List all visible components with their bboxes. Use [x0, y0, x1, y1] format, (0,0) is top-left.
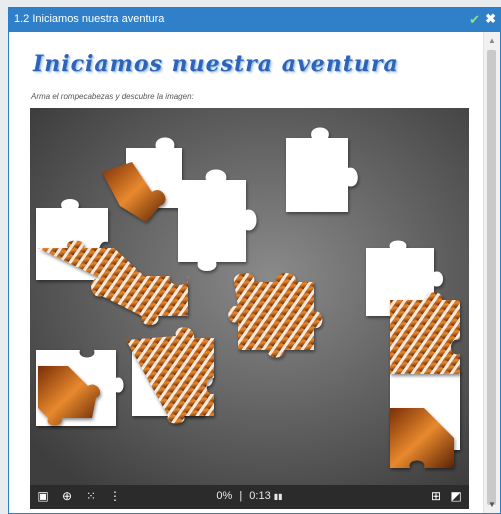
content-area: Iniciamos nuestra aventura Arma el rompe… [9, 32, 484, 513]
puzzle-board [30, 108, 469, 485]
scroll-down-icon[interactable]: ▼ [488, 500, 496, 509]
check-icon[interactable]: ✔ [469, 12, 480, 28]
puzzle-toolbar: ▣ ⊕ ⁙ ⋮ 0% | 0:13 ▮▮ ⊞ ◩ [30, 485, 469, 509]
separator: | [239, 490, 243, 502]
close-icon[interactable]: ✖ [485, 11, 496, 27]
progress-timer: 0% | 0:13 ▮▮ [30, 490, 469, 502]
window-title: 1.2 Iniciamos nuestra aventura [14, 13, 165, 25]
puzzle-piece [390, 292, 460, 374]
activity-window: 1.2 Iniciamos nuestra aventura ✔ ✖ Inici… [8, 7, 501, 514]
scroll-thumb[interactable] [487, 50, 496, 505]
scroll-up-icon[interactable]: ▲ [488, 36, 496, 45]
instruction-text: Arma el rompecabezas y descubre la image… [31, 92, 194, 101]
pause-icon[interactable]: ▮▮ [274, 492, 283, 501]
puzzle-piece [228, 273, 323, 358]
puzzle-piece [178, 169, 257, 271]
reset-icon[interactable]: ⊞ [429, 489, 443, 503]
title-bar: 1.2 Iniciamos nuestra aventura ✔ ✖ [9, 8, 500, 32]
page-title: Iniciamos nuestra aventura [33, 51, 399, 77]
vertical-scrollbar[interactable]: ▲ ▼ [483, 32, 500, 513]
puzzle-piece [286, 127, 358, 212]
puzzle-canvas [30, 108, 469, 485]
progress-percent: 0% [216, 490, 233, 502]
fullscreen-icon[interactable]: ◩ [449, 489, 463, 503]
timer-value: 0:13 [249, 490, 271, 502]
